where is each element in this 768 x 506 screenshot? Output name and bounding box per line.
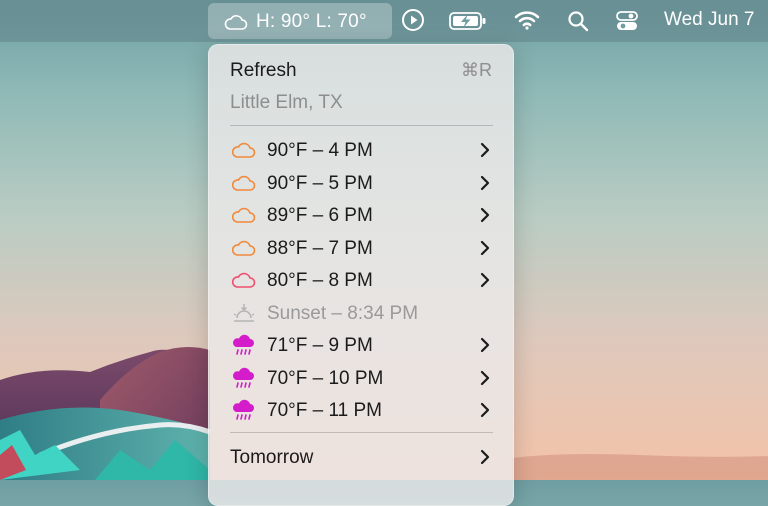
menu-separator — [230, 125, 493, 126]
hourly-forecast-label: 90°F – 5 PM — [267, 172, 373, 194]
hourly-forecast-item[interactable]: 80°F – 8 PM — [209, 264, 513, 296]
chevron-right-icon — [480, 337, 490, 353]
refresh-label: Refresh — [230, 60, 297, 81]
rain-cloud-icon — [232, 334, 254, 355]
sunset-menu-item: Sunset – 8:34 PM — [209, 297, 513, 329]
hourly-forecast-label: 80°F – 8 PM — [267, 270, 373, 291]
hourly-forecast-label: 70°F – 10 PM — [267, 367, 384, 389]
cloud-icon — [224, 15, 248, 30]
hourly-forecast-label: 90°F – 4 PM — [267, 140, 373, 161]
chevron-right-icon — [480, 370, 490, 385]
location-label: Little Elm, TX — [230, 92, 343, 113]
hourly-forecast-label: Sunset – 8:34 PM — [267, 302, 419, 324]
tomorrow-label: Tomorrow — [230, 447, 314, 468]
menubar-date[interactable]: Wed Jun 7 — [664, 9, 754, 31]
hourly-forecast-label: 89°F – 6 PM — [267, 205, 373, 226]
chevron-right-icon — [480, 207, 490, 223]
chevron-right-icon — [480, 402, 490, 418]
control-center-icon[interactable] — [615, 9, 639, 33]
hourly-forecast-item[interactable]: 88°F – 7 PM — [209, 232, 513, 264]
weather-high-low: H: 90° L: 70° — [256, 11, 367, 32]
hourly-forecast-item[interactable]: 90°F – 4 PM — [209, 134, 513, 166]
hourly-forecast-item[interactable]: 90°F – 5 PM — [209, 167, 513, 199]
weather-menubar-button[interactable]: H: 90° L: 70° — [208, 3, 392, 39]
hourly-forecast-item[interactable]: 71°F – 9 PM — [209, 329, 513, 361]
play-circle-icon[interactable] — [401, 8, 425, 32]
cloud-icon — [231, 207, 256, 223]
location-menu-item: Little Elm, TX — [209, 86, 513, 118]
hourly-forecast-label: 88°F – 7 PM — [267, 237, 373, 259]
search-icon[interactable] — [567, 10, 589, 32]
weather-dropdown-menu: Refresh ⌘R Little Elm, TX 90°F – 4 PM 90°… — [208, 44, 514, 506]
menu-bar: H: 90° L: 70° Wed Jun 7 — [0, 0, 768, 42]
chevron-right-icon — [480, 272, 490, 288]
sunset-icon — [233, 303, 255, 322]
chevron-right-icon — [480, 142, 490, 158]
hourly-forecast-item[interactable]: 70°F – 10 PM — [209, 362, 513, 394]
rain-cloud-icon — [232, 399, 254, 420]
refresh-menu-item[interactable]: Refresh ⌘R — [209, 54, 513, 86]
chevron-right-icon — [480, 175, 490, 190]
cloud-icon — [231, 175, 256, 191]
cloud-icon — [231, 142, 256, 158]
tomorrow-menu-item[interactable]: Tomorrow — [209, 441, 513, 473]
chevron-right-icon — [480, 240, 490, 255]
hourly-forecast-item[interactable]: 89°F – 6 PM — [209, 199, 513, 231]
wifi-icon[interactable] — [514, 10, 540, 30]
rain-cloud-icon — [232, 367, 254, 388]
refresh-shortcut: ⌘R — [461, 60, 492, 80]
chevron-right-icon — [480, 449, 490, 465]
hourly-forecast-item[interactable]: 70°F – 11 PM — [209, 394, 513, 426]
hourly-forecast-label: 70°F – 11 PM — [267, 400, 382, 421]
hourly-forecast-label: 71°F – 9 PM — [267, 335, 373, 356]
cloud-icon — [231, 272, 256, 288]
battery-charging-icon[interactable] — [449, 11, 487, 31]
cloud-icon — [231, 240, 256, 256]
menu-separator — [230, 432, 493, 433]
